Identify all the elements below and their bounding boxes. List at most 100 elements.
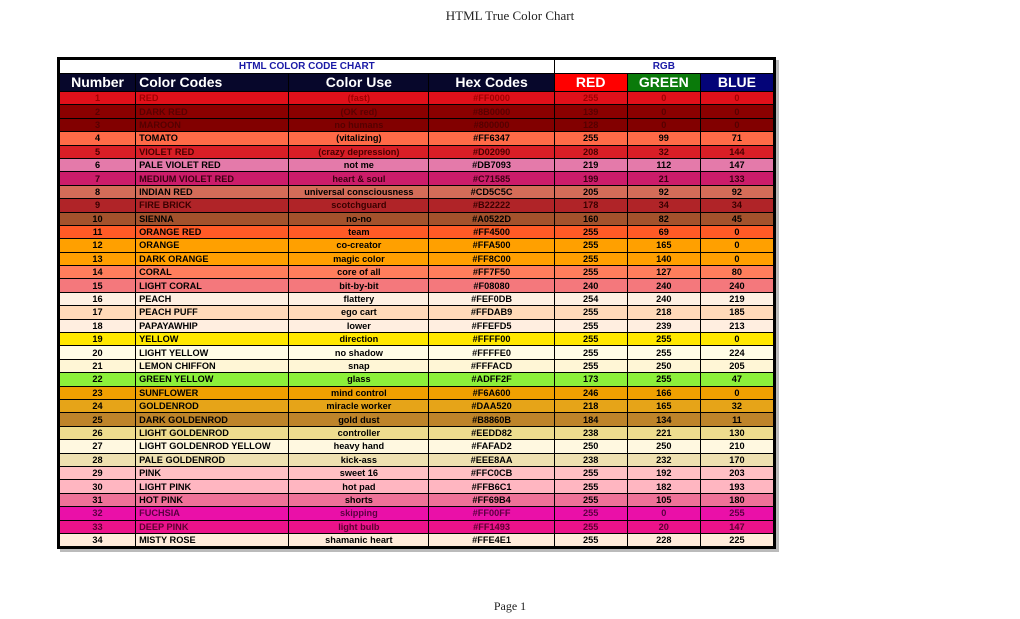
- row-number: 14: [58, 265, 137, 280]
- table-row: 33 DEEP PINK light bulb #FF1493 255 20 147: [58, 519, 775, 534]
- color-use: miracle worker: [288, 398, 430, 414]
- page-header: HTML True Color Chart: [445, 8, 575, 23]
- hex-code: #F08080: [428, 278, 555, 293]
- color-name: LIGHT PINK: [135, 479, 290, 494]
- color-use: hot pad: [288, 479, 430, 494]
- green-value: 32: [626, 144, 701, 159]
- color-name: LIGHT CORAL: [135, 278, 290, 293]
- red-value: 178: [553, 198, 628, 213]
- color-name: LIGHT GOLDENROD YELLOW: [135, 439, 290, 454]
- table-row: 8 INDIAN RED universal consciousness #CD5C5…: [58, 184, 775, 200]
- hex-code: #FFEFD5: [428, 318, 555, 334]
- green-value: 21: [626, 171, 701, 186]
- red-value: 255: [553, 265, 628, 280]
- red-value: 255: [553, 519, 628, 534]
- green-value: 255: [626, 372, 701, 387]
- hex-code: #B8860B: [428, 412, 555, 427]
- table-row: 4 TOMATO (vitalizing) #FF6347 255 99 71: [58, 131, 775, 146]
- color-name: SUNFLOWER: [135, 385, 290, 400]
- header-red: RED: [553, 73, 628, 92]
- blue-value: 255: [699, 506, 775, 521]
- row-number: 28: [58, 452, 137, 467]
- color-name: PALE VIOLET RED: [135, 157, 290, 173]
- color-name: CORAL: [135, 265, 290, 280]
- green-value: 165: [626, 398, 701, 414]
- red-value: 238: [553, 452, 628, 467]
- green-value: 250: [626, 358, 701, 374]
- row-number: 1: [58, 90, 137, 106]
- blue-value: 0: [699, 251, 775, 267]
- header-number: Number: [58, 73, 137, 92]
- blue-value: 0: [699, 385, 775, 400]
- green-value: 92: [626, 184, 701, 200]
- color-use: (OK red): [288, 104, 430, 119]
- color-use: sweet 16: [288, 465, 430, 481]
- row-number: 6: [58, 157, 137, 173]
- red-value: 219: [553, 157, 628, 173]
- blue-value: 210: [699, 439, 775, 454]
- green-value: 0: [626, 117, 701, 133]
- header-blue: BLUE: [699, 73, 775, 92]
- blue-value: 193: [699, 479, 775, 494]
- title-row: HTML COLOR CODE CHART RGB: [59, 59, 775, 74]
- green-value: 140: [626, 251, 701, 267]
- color-use: light bulb: [288, 519, 430, 534]
- row-number: 26: [58, 425, 137, 441]
- color-name: DARK RED: [135, 104, 290, 119]
- hex-code: #B22222: [428, 198, 555, 213]
- green-value: 112: [626, 157, 701, 173]
- color-name: LEMON CHIFFON: [135, 358, 290, 374]
- hex-code: #FF6347: [428, 131, 555, 146]
- color-use: universal consciousness: [288, 184, 430, 200]
- blue-value: 11: [699, 412, 775, 427]
- color-use: co-creator: [288, 238, 430, 253]
- color-name: DARK GOLDENROD: [135, 412, 290, 427]
- color-use: skipping: [288, 506, 430, 521]
- red-value: 199: [553, 171, 628, 186]
- row-number: 15: [58, 278, 137, 293]
- color-use: glass: [288, 372, 430, 387]
- table-row: 29 PINK sweet 16 #FFC0CB 255 192 203: [58, 465, 775, 481]
- red-value: 128: [553, 117, 628, 133]
- table-row: 15 LIGHT CORAL bit-by-bit #F08080 240 240 240: [58, 278, 775, 293]
- green-value: 255: [626, 345, 701, 360]
- red-value: 218: [553, 398, 628, 414]
- red-value: 255: [553, 465, 628, 481]
- color-use: heart & soul: [288, 171, 430, 186]
- red-value: 173: [553, 372, 628, 387]
- color-name: PEACH: [135, 291, 290, 307]
- red-value: 255: [553, 358, 628, 374]
- blue-value: 32: [699, 398, 775, 414]
- hex-code: #FF0000: [428, 90, 555, 106]
- blue-value: 47: [699, 372, 775, 387]
- color-use: core of all: [288, 265, 430, 280]
- green-value: 255: [626, 332, 701, 347]
- table-row: 13 DARK ORANGE magic color #FF8C00 255 140 0: [58, 251, 775, 267]
- green-value: 105: [626, 492, 701, 508]
- row-number: 3: [58, 117, 137, 133]
- green-value: 134: [626, 412, 701, 427]
- color-name: RED: [135, 90, 290, 106]
- green-value: 232: [626, 452, 701, 467]
- color-use: (vitalizing): [288, 131, 430, 146]
- row-number: 8: [58, 184, 137, 200]
- green-value: 99: [626, 131, 701, 146]
- color-use: scotchguard: [288, 198, 430, 213]
- row-number: 10: [58, 211, 137, 226]
- blue-value: 34: [699, 198, 775, 213]
- row-number: 4: [58, 131, 137, 146]
- color-name: MAROON: [135, 117, 290, 133]
- red-value: 255: [553, 90, 628, 106]
- table-row: 3 MAROON no humans #800000 128 0 0: [58, 117, 775, 133]
- hex-code: #FFE4E1: [428, 532, 555, 548]
- color-use: flattery: [288, 291, 430, 307]
- header-hex-codes: Hex Codes: [428, 73, 555, 92]
- color-use: magic color: [288, 251, 430, 267]
- table-row: 28 PALE GOLDENROD kick-ass #EEE8AA 238 232 170: [58, 452, 775, 467]
- green-value: 239: [626, 318, 701, 334]
- header-color-codes: Color Codes: [135, 73, 290, 92]
- color-use: direction: [288, 332, 430, 347]
- table-row: 32 FUCHSIA skipping #FF00FF 255 0 255: [58, 506, 775, 521]
- header-green: GREEN: [626, 73, 701, 92]
- green-value: 166: [626, 385, 701, 400]
